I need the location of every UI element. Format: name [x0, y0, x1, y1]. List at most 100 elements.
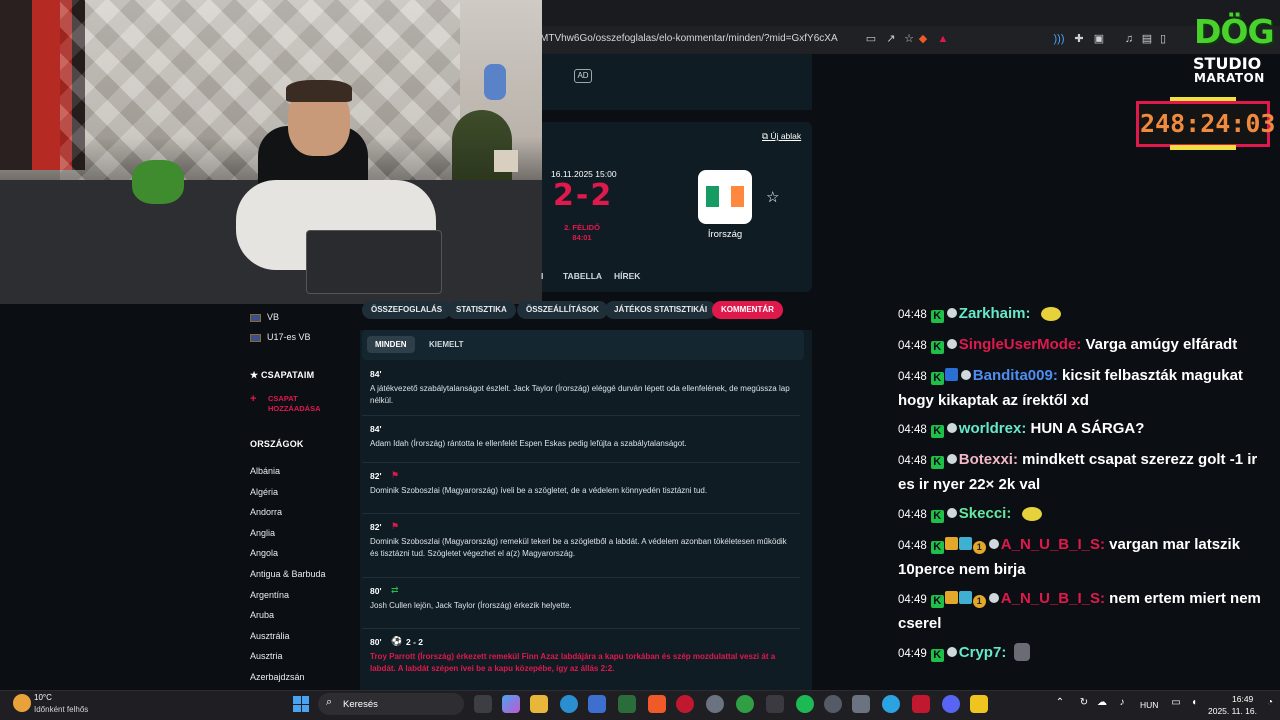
terminal-icon[interactable]: [766, 695, 784, 713]
away-team-name[interactable]: Írország: [700, 229, 750, 240]
favorite-star-icon[interactable]: ☆: [766, 188, 779, 206]
brave-shield-icon[interactable]: ◆: [916, 32, 930, 46]
sidebar-item-vb[interactable]: VB: [250, 312, 279, 322]
chat-timestamp: 04:49: [898, 648, 927, 660]
crown-badge-icon: [944, 537, 958, 550]
sidebar-country-item[interactable]: Anglia: [250, 528, 275, 538]
extensions-icon[interactable]: ✚: [1072, 32, 1086, 46]
main-tab-1[interactable]: STATISZTIKA: [447, 301, 516, 319]
tray-mic-icon[interactable]: ♪: [1116, 697, 1128, 709]
tray-cloud-icon[interactable]: ☁: [1096, 697, 1108, 709]
chat-separator: :: [1100, 590, 1110, 607]
wallet-icon[interactable]: ▯: [1156, 32, 1170, 46]
filter-kiemelt[interactable]: KIEMELT: [421, 336, 472, 353]
sidebar-country-item[interactable]: Angola: [250, 548, 278, 558]
sidebar-country-item[interactable]: Albánia: [250, 466, 280, 476]
sidebar-icon[interactable]: ▣: [1092, 32, 1106, 46]
my-teams-heading[interactable]: ★ CSAPATAIM: [250, 370, 314, 381]
tray-chevron-icon[interactable]: ⌃: [1054, 697, 1066, 709]
main-tab-2[interactable]: ÖSSZEÁLLÍTÁSOK: [517, 301, 608, 319]
chat-message: 04:48 K Zarkhaim:: [898, 302, 1276, 327]
tray-network-icon[interactable]: ▭: [1170, 697, 1182, 709]
chat-username[interactable]: A_N_U_B_I_S: [1001, 590, 1100, 607]
cast-icon[interactable]: ▭: [864, 32, 878, 46]
opera-icon[interactable]: [676, 695, 694, 713]
sidebar-country-item[interactable]: Ausztria: [250, 651, 283, 661]
app-icon[interactable]: [912, 695, 930, 713]
calculator-icon[interactable]: [852, 695, 870, 713]
main-tab-3[interactable]: JÁTÉKOS STATISZTIKÁI: [605, 301, 717, 319]
weather-desc[interactable]: Időnként felhős: [34, 705, 88, 714]
sidebar-country-item[interactable]: Argentína: [250, 590, 289, 600]
sidebar-country-item[interactable]: Ausztrália: [250, 631, 290, 641]
sub-badge-icon: [958, 591, 972, 604]
clock-time[interactable]: 16:49: [1232, 694, 1253, 704]
chat-username[interactable]: Cryp7: [959, 644, 1002, 661]
sidebar-country-item[interactable]: Andorra: [250, 507, 282, 517]
url-text[interactable]: MTVhw6Go/osszefoglalas/elo-kommentar/min…: [540, 33, 838, 44]
ad-label: AD: [574, 69, 592, 83]
chat-timestamp: 04:49: [898, 594, 927, 606]
media-icon[interactable]: ♫: [1122, 32, 1136, 46]
tab-tabella[interactable]: TABELLA: [563, 271, 602, 281]
chat-username[interactable]: Zarkhaim: [959, 305, 1026, 322]
store-icon[interactable]: [588, 695, 606, 713]
task-view-icon[interactable]: [474, 695, 492, 713]
figurine: [484, 64, 506, 100]
weather-icon[interactable]: [13, 694, 31, 712]
telegram-icon[interactable]: [882, 695, 900, 713]
start-windows-icon[interactable]: [293, 696, 309, 712]
brave-icon[interactable]: [648, 695, 666, 713]
reader-icon[interactable]: ▤: [1140, 32, 1154, 46]
chat-username[interactable]: SingleUserMode: [959, 336, 1077, 353]
chat-timestamp: 04:48: [898, 371, 927, 383]
taskbar-search[interactable]: [318, 693, 464, 715]
spotify-icon[interactable]: [796, 695, 814, 713]
user-avatar-icon: [988, 593, 999, 603]
tab-hirek[interactable]: HÍREK: [614, 271, 640, 281]
keyboard-language[interactable]: HUN: [1140, 700, 1158, 710]
chat-username[interactable]: worldrex: [959, 420, 1022, 437]
tray-sync-icon[interactable]: ↻: [1078, 697, 1090, 709]
match-score: 2-2: [553, 178, 614, 213]
chat-username[interactable]: Bandita009: [973, 367, 1053, 384]
bookmark-icon[interactable]: ☆: [902, 32, 916, 46]
clock-date[interactable]: 2025. 11. 16.: [1208, 706, 1257, 716]
sidebar-country-item[interactable]: Algéria: [250, 487, 278, 497]
xbox-icon[interactable]: [736, 695, 754, 713]
sidebar-country-item[interactable]: Azerbajdzsán: [250, 672, 305, 682]
copilot-icon[interactable]: [502, 695, 520, 713]
emote-icon: [1021, 507, 1042, 521]
settings-icon[interactable]: [706, 695, 724, 713]
chat-separator: :: [1052, 367, 1062, 384]
tray-volume-icon[interactable]: ◖: [1188, 697, 1200, 709]
chat-separator: :: [1012, 451, 1023, 468]
main-tab-0[interactable]: ÖSSZEFOGLALÁS: [362, 301, 452, 319]
share-icon[interactable]: ↗: [884, 32, 898, 46]
sidebar-country-item[interactable]: Aruba: [250, 610, 274, 620]
main-tab-4[interactable]: KOMMENTÁR: [712, 301, 783, 319]
weather-temp[interactable]: 10°C: [34, 693, 52, 702]
notification-icon[interactable]: ◔: [1264, 697, 1276, 709]
obs-icon[interactable]: [824, 695, 842, 713]
chat-username[interactable]: A_N_U_B_I_S: [1001, 536, 1100, 553]
new-window-link[interactable]: ⧉ Új ablak: [762, 131, 801, 142]
plus-icon: +: [250, 393, 257, 405]
sidebar-country-item[interactable]: Antigua & Barbuda: [250, 569, 326, 579]
kick-badge-icon: K: [930, 510, 944, 523]
excel-icon[interactable]: [618, 695, 636, 713]
brave-rewards-icon[interactable]: ▲: [936, 32, 950, 46]
discord-icon[interactable]: [942, 695, 960, 713]
taskbar-search-label[interactable]: Keresés: [343, 699, 378, 710]
chat-username[interactable]: Botexxi: [959, 451, 1013, 468]
tab-partial[interactable]: I: [541, 271, 543, 281]
chat-username[interactable]: Skecci: [959, 505, 1007, 522]
rockstar-icon[interactable]: [970, 695, 988, 713]
audio-icon[interactable]: ))): [1052, 32, 1066, 46]
sidebar-item-u17-vb[interactable]: U17-es VB: [250, 332, 311, 342]
filter-minden[interactable]: MINDEN: [367, 336, 415, 353]
file-explorer-icon[interactable]: [530, 695, 548, 713]
add-team-button[interactable]: + CSAPAT HOZZÁADÁSA: [250, 394, 321, 414]
browser-address-bar[interactable]: MTVhw6Go/osszefoglalas/elo-kommentar/min…: [540, 26, 1280, 54]
edge-icon[interactable]: [560, 695, 578, 713]
